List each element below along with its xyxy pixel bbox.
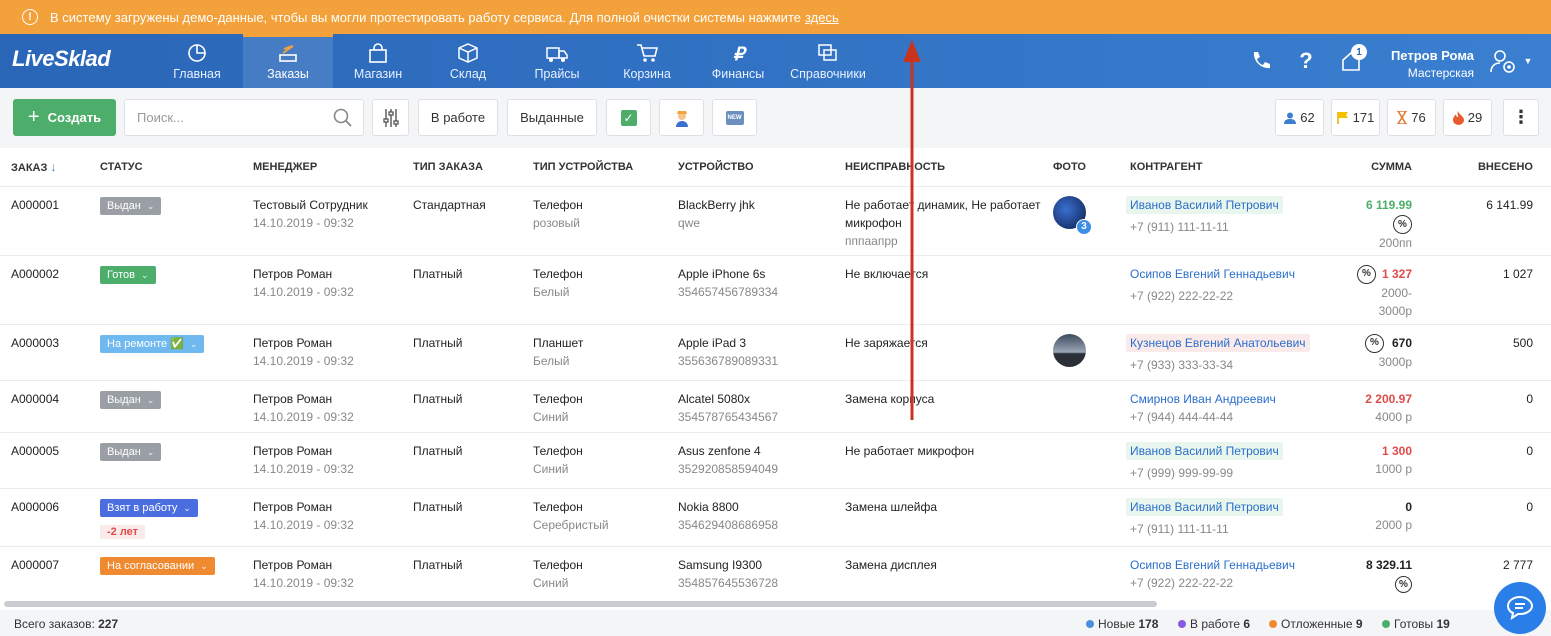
legend-in-work[interactable]: В работе 6 — [1178, 617, 1250, 631]
legend-count: 19 — [1436, 617, 1450, 631]
legend-count: 178 — [1138, 617, 1159, 631]
legend-count: 6 — [1243, 617, 1251, 631]
legend-label: Готовы — [1394, 617, 1434, 631]
legend-dot — [1178, 620, 1186, 628]
total-count: 227 — [98, 617, 119, 631]
legend-label: В работе — [1190, 617, 1241, 631]
legend-count: 9 — [1355, 617, 1363, 631]
legend-label: Отложенные — [1281, 617, 1353, 631]
legend-dot — [1086, 620, 1094, 628]
legend-label: Новые — [1098, 617, 1136, 631]
chat-bubble-icon — [1506, 595, 1534, 621]
legend-new[interactable]: Новые 178 — [1086, 617, 1158, 631]
legend-dot — [1382, 620, 1390, 628]
legend-postponed[interactable]: Отложенные 9 — [1269, 617, 1363, 631]
total-label: Всего заказов: — [14, 617, 95, 631]
annotation-arrow — [903, 40, 921, 420]
legend-dot — [1269, 620, 1277, 628]
status-footer: Всего заказов: 227 Новые 178 В работе 6 … — [0, 610, 1551, 636]
total-orders: Всего заказов: 227 — [14, 617, 118, 631]
chat-button[interactable] — [1494, 582, 1546, 634]
legend-ready[interactable]: Готовы 19 — [1382, 617, 1450, 631]
